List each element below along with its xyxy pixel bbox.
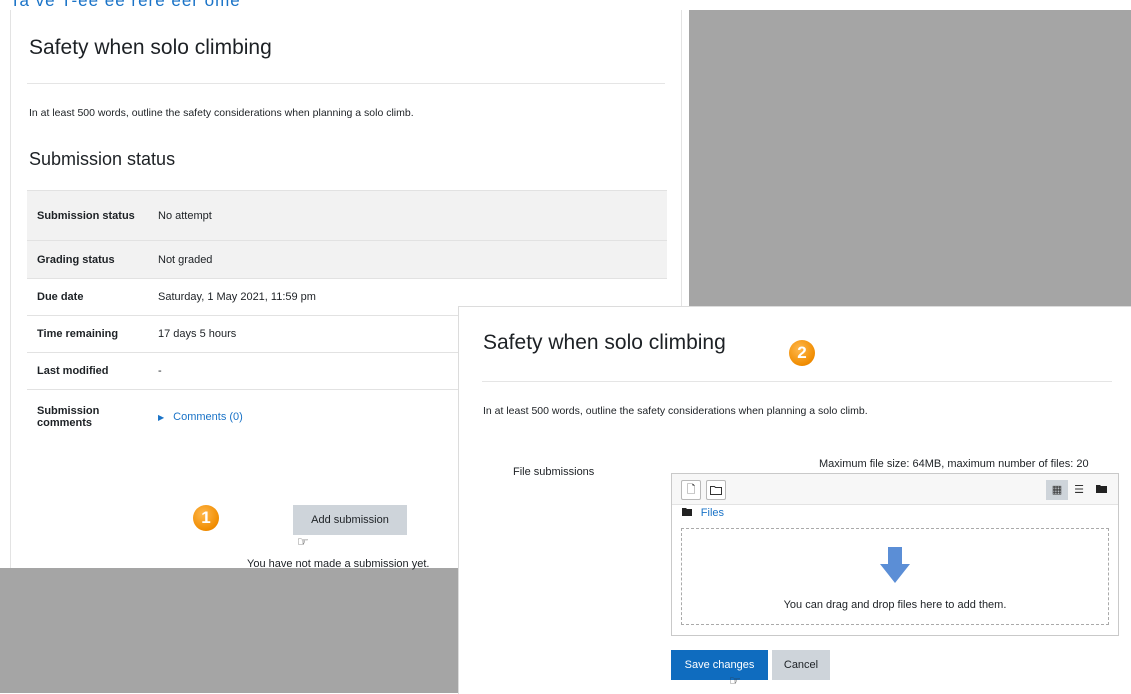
row-value: Not graded — [148, 240, 667, 279]
row-key: Grading status — [27, 240, 148, 279]
file-submissions-label: File submissions — [513, 466, 595, 478]
assignment-intro: In at least 500 words, outline the safet… — [483, 405, 868, 417]
file-dropzone[interactable]: You can drag and drop files here to add … — [681, 528, 1109, 625]
comments-link[interactable]: Comments (0) — [173, 411, 243, 423]
save-changes-button[interactable]: Save changes — [671, 650, 768, 680]
file-manager-toolbar: 🗋 ▦ ☰ — [672, 474, 1118, 505]
row-value: No attempt — [148, 190, 667, 241]
cropped-heading-text: Ta ve T-ee ee rere eer ome — [10, 0, 241, 10]
caret-right-icon: ▶ — [158, 413, 165, 422]
row-key: Last modified — [27, 352, 148, 390]
assignment-intro: In at least 500 words, outline the safet… — [29, 107, 414, 119]
backdrop-gray-bottom — [0, 568, 458, 693]
divider — [482, 381, 1112, 382]
table-row: Grading status Not graded — [27, 240, 667, 279]
divider — [27, 83, 665, 84]
list-view-icon[interactable]: ☰ — [1068, 480, 1090, 500]
grid-view-icon[interactable]: ▦ — [1046, 480, 1068, 500]
file-submission-panel: Safety when solo climbing 2 In at least … — [458, 306, 1131, 694]
max-file-info: Maximum file size: 64MB, maximum number … — [819, 458, 1089, 470]
row-key: Submission status — [27, 190, 148, 241]
hand-cursor-icon: ☞ — [729, 673, 741, 688]
files-link[interactable]: Files — [701, 507, 724, 519]
row-key: Time remaining — [27, 315, 148, 353]
row-key: Submission comments — [27, 389, 148, 444]
page-title: Safety when solo climbing — [483, 331, 726, 354]
backdrop-gray-right — [689, 10, 1131, 306]
add-file-icon[interactable]: 🗋 — [681, 480, 701, 500]
add-submission-button[interactable]: Add submission — [293, 505, 407, 535]
file-manager: 🗋 ▦ ☰ Files You can drag and drop files … — [671, 473, 1119, 636]
upload-arrow-icon — [880, 547, 910, 583]
step-badge-2: 2 — [789, 340, 815, 366]
table-row: Submission status No attempt — [27, 190, 667, 241]
create-folder-icon[interactable] — [706, 480, 726, 500]
submission-status-heading: Submission status — [29, 149, 176, 169]
cancel-button[interactable]: Cancel — [772, 650, 830, 680]
hand-cursor-icon: ☞ — [297, 534, 309, 549]
folder-icon — [682, 508, 695, 519]
row-key: Due date — [27, 278, 148, 316]
view-switcher: ▦ ☰ — [1046, 480, 1112, 500]
drop-instructions: You can drag and drop files here to add … — [783, 599, 1007, 611]
tree-view-icon[interactable] — [1090, 480, 1112, 500]
top-cropped-strip: Ta ve T-ee ee rere eer ome — [0, 0, 1131, 10]
page-title: Safety when solo climbing — [29, 36, 272, 59]
step-badge-1: 1 — [193, 505, 219, 531]
submission-note: You have not made a submission yet. — [247, 558, 430, 570]
file-path: Files — [682, 507, 724, 519]
